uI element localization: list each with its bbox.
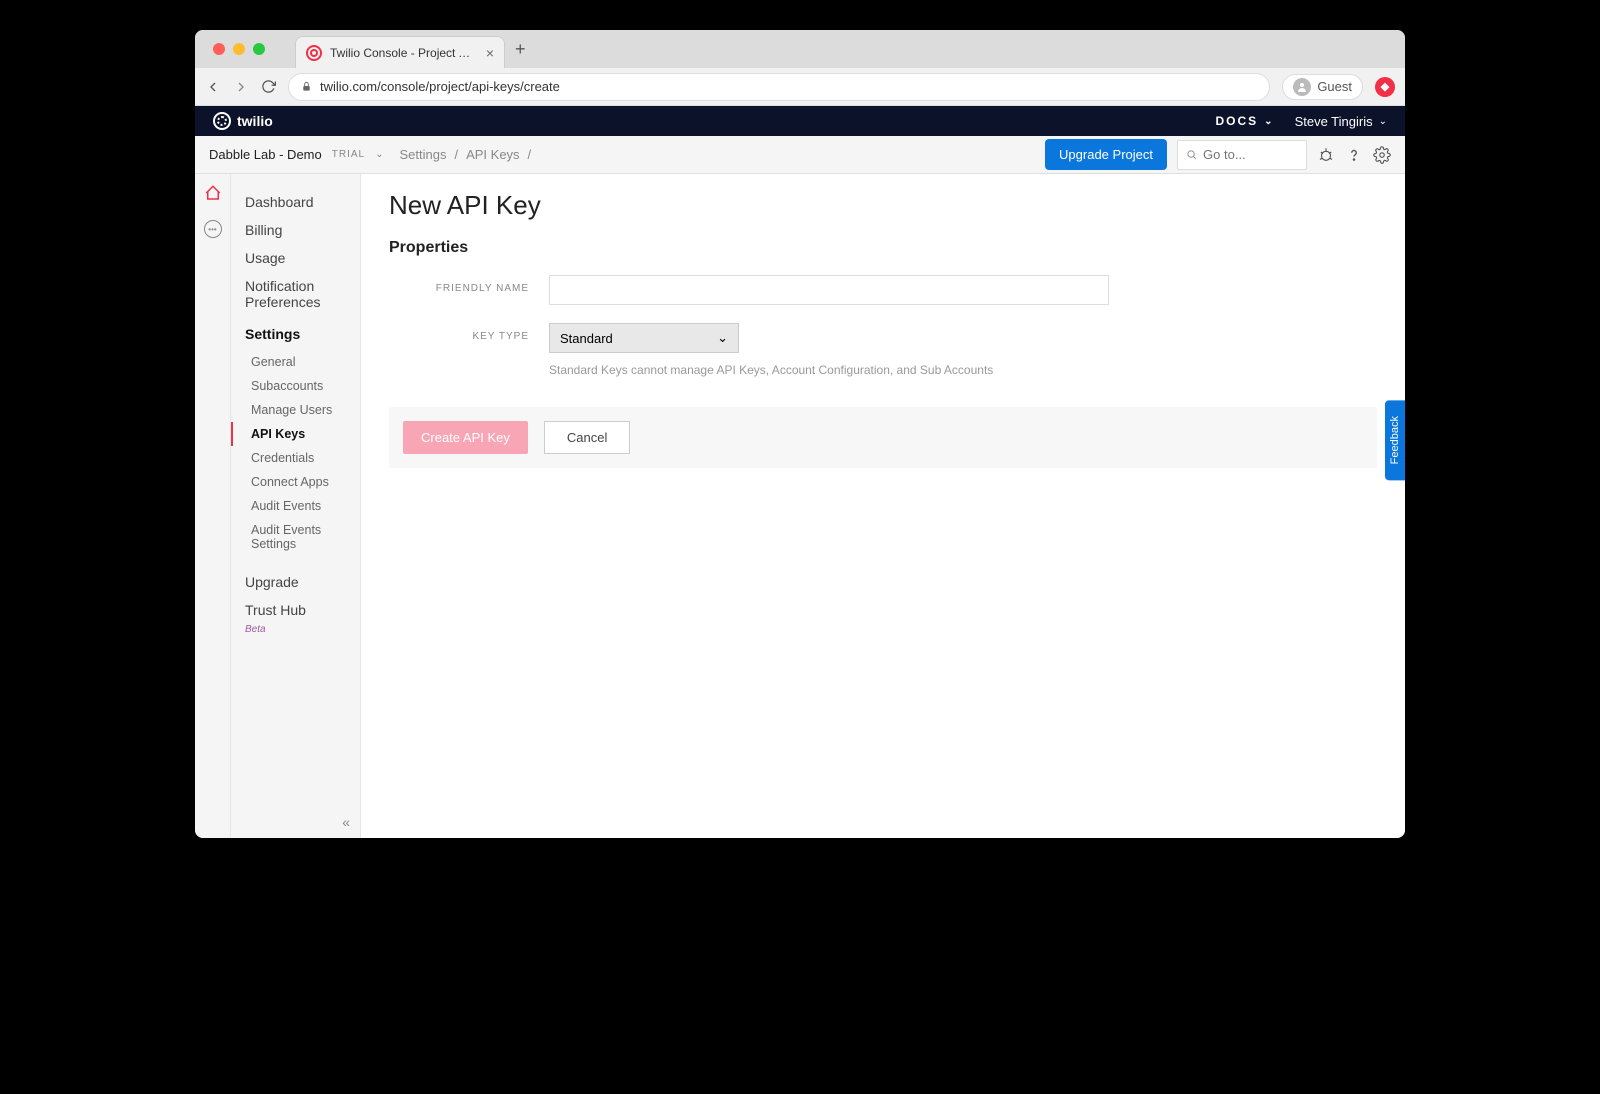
sidenav-section-settings[interactable]: Settings	[231, 320, 360, 348]
create-api-key-button[interactable]: Create API Key	[403, 421, 528, 454]
key-type-select[interactable]: Standard ⌄	[549, 323, 739, 353]
browser-tab-strip: Twilio Console - Project API Ke × +	[195, 30, 1405, 68]
page-title: New API Key	[389, 190, 1377, 221]
chevron-down-icon: ⌄	[1379, 116, 1387, 127]
sidenav-sub-audit-events-settings[interactable]: Audit Events Settings	[231, 518, 360, 556]
side-navigation: Dashboard Billing Usage Notification Pre…	[231, 174, 361, 838]
project-name[interactable]: Dabble Lab - Demo	[209, 147, 322, 162]
global-search[interactable]	[1177, 140, 1307, 170]
search-input[interactable]	[1203, 147, 1298, 162]
sidenav-sub-api-keys[interactable]: API Keys	[231, 422, 360, 446]
user-menu[interactable]: Steve Tingiris ⌄	[1295, 114, 1387, 129]
browser-back-button[interactable]	[205, 79, 221, 95]
window-minimize-button[interactable]	[233, 43, 245, 55]
browser-tab[interactable]: Twilio Console - Project API Ke ×	[295, 36, 505, 68]
home-icon[interactable]	[204, 184, 222, 202]
browser-forward-button[interactable]	[233, 79, 249, 95]
sidenav-sub-connect-apps[interactable]: Connect Apps	[231, 470, 360, 494]
breadcrumb: Settings / API Keys /	[399, 147, 531, 162]
address-bar[interactable]: twilio.com/console/project/api-keys/crea…	[288, 73, 1270, 101]
more-apps-icon[interactable]: •••	[204, 220, 222, 238]
window-maximize-button[interactable]	[253, 43, 265, 55]
sidenav-sub-audit-events[interactable]: Audit Events	[231, 494, 360, 518]
key-type-value: Standard	[560, 331, 613, 346]
tab-title: Twilio Console - Project API Ke	[330, 46, 478, 60]
docs-link[interactable]: DOCS ⌄	[1216, 114, 1275, 128]
upgrade-project-button[interactable]: Upgrade Project	[1045, 139, 1167, 170]
sidenav-sub-general[interactable]: General	[231, 350, 360, 374]
section-title: Properties	[389, 239, 1377, 257]
breadcrumb-item[interactable]: Settings	[399, 147, 446, 162]
sidenav-item-notification-preferences[interactable]: Notification Preferences	[231, 272, 360, 316]
sidenav-item-billing[interactable]: Billing	[231, 216, 360, 244]
close-tab-button[interactable]: ×	[486, 45, 494, 61]
sidenav-item-upgrade[interactable]: Upgrade	[231, 568, 360, 596]
sidenav-sub-credentials[interactable]: Credentials	[231, 446, 360, 470]
sidenav-sub-manage-users[interactable]: Manage Users	[231, 398, 360, 422]
lock-icon	[301, 81, 312, 92]
twilio-favicon-icon	[306, 45, 322, 61]
breadcrumb-item[interactable]: API Keys	[466, 147, 519, 162]
settings-gear-icon[interactable]	[1373, 146, 1391, 164]
sidenav-sub-subaccounts[interactable]: Subaccounts	[231, 374, 360, 398]
user-avatar-icon	[1293, 78, 1311, 96]
project-dropdown-icon[interactable]: ⌄	[375, 149, 383, 160]
guest-label: Guest	[1317, 79, 1352, 94]
action-bar: Create API Key Cancel	[389, 407, 1377, 468]
feedback-tab[interactable]: Feedback	[1385, 400, 1405, 480]
help-icon[interactable]	[1345, 146, 1363, 164]
extension-icon[interactable]: ◆	[1375, 77, 1395, 97]
twilio-logo-icon	[213, 112, 231, 130]
twilio-logo[interactable]: twilio	[213, 112, 273, 130]
trial-badge: TRIAL	[332, 149, 365, 160]
friendly-name-label: Friendly Name	[389, 275, 549, 294]
sidenav-item-trust-hub[interactable]: Trust Hub	[231, 596, 360, 624]
key-type-help-text: Standard Keys cannot manage API Keys, Ac…	[549, 363, 993, 377]
collapse-sidebar-button[interactable]: «	[342, 814, 350, 830]
chevron-down-icon: ⌄	[717, 330, 728, 346]
logo-text: twilio	[237, 113, 273, 129]
beta-badge: Beta	[231, 624, 360, 635]
new-tab-button[interactable]: +	[515, 39, 526, 60]
friendly-name-input[interactable]	[549, 275, 1109, 305]
chevron-down-icon: ⌄	[1264, 116, 1274, 127]
cancel-button[interactable]: Cancel	[544, 421, 630, 454]
key-type-label: Key Type	[389, 323, 549, 342]
browser-profile-button[interactable]: Guest	[1282, 74, 1363, 100]
search-icon	[1186, 148, 1197, 161]
window-close-button[interactable]	[213, 43, 225, 55]
debug-icon[interactable]	[1317, 146, 1335, 164]
sidenav-item-dashboard[interactable]: Dashboard	[231, 188, 360, 216]
sidenav-item-usage[interactable]: Usage	[231, 244, 360, 272]
browser-reload-button[interactable]	[261, 79, 276, 94]
url-text: twilio.com/console/project/api-keys/crea…	[320, 79, 560, 94]
